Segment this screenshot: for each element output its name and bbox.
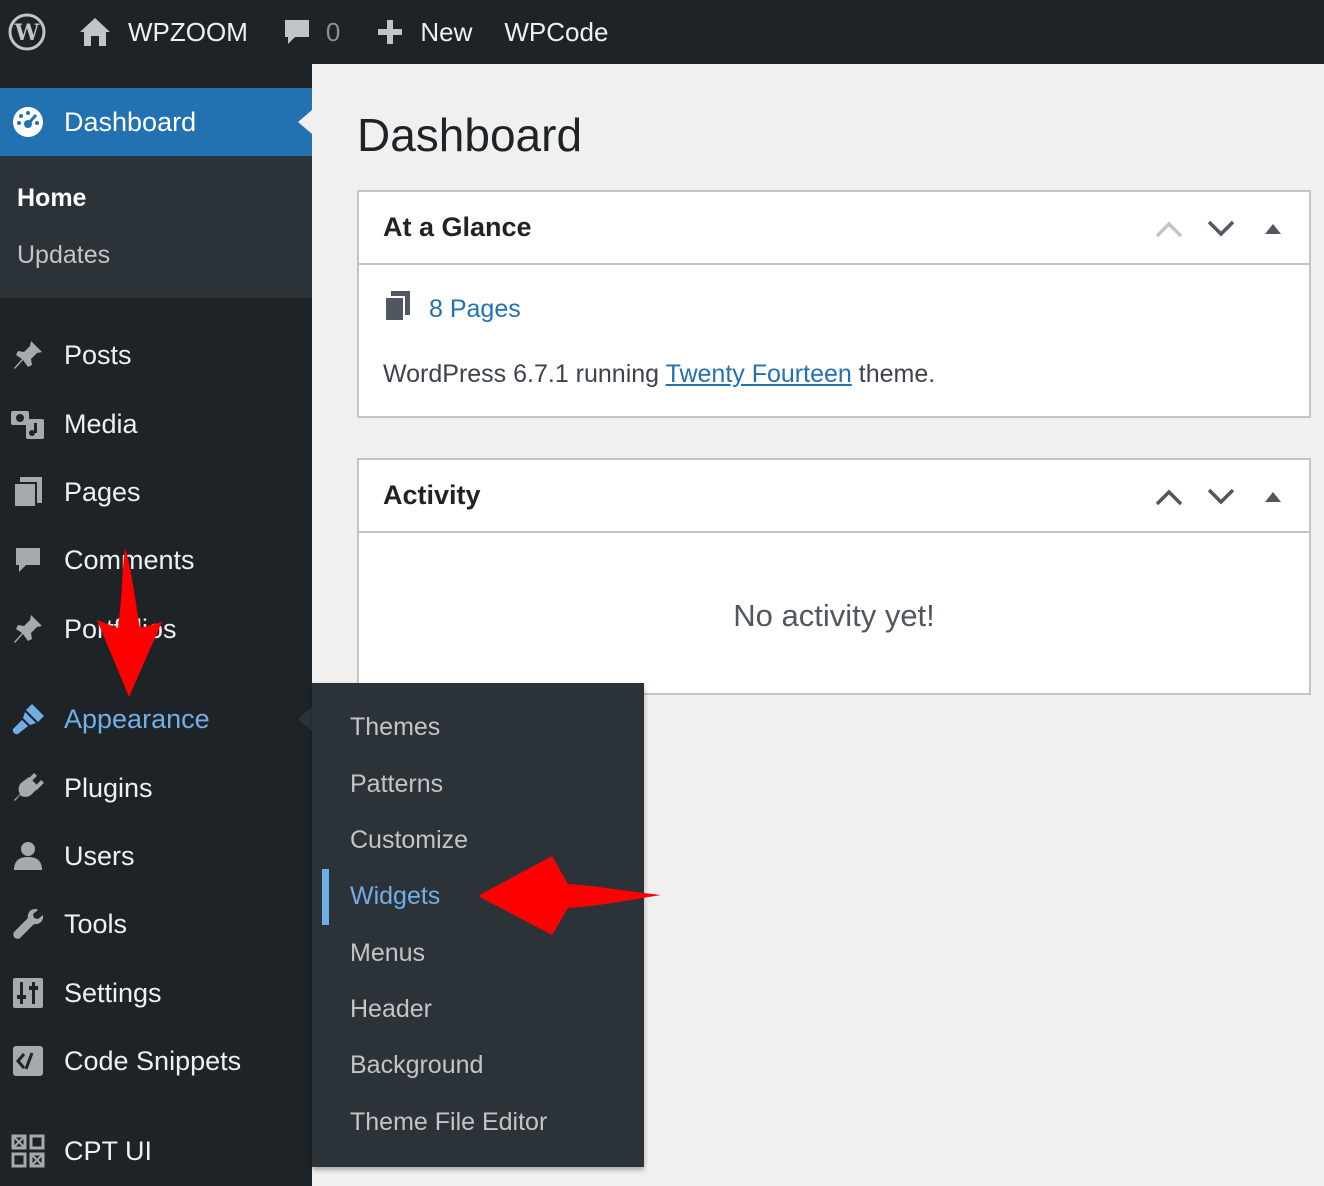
activity-widget: Activity No activity yet! <box>357 458 1311 695</box>
pushpin-icon <box>10 611 46 647</box>
at-a-glance-widget: At a Glance 8 Pages WordPress 6.7.1 runn… <box>357 190 1311 418</box>
submenu-background[interactable]: Background <box>350 1051 483 1080</box>
site-home-link[interactable]: WPZOOM <box>78 0 248 64</box>
menu-dashboard-label: Dashboard <box>64 106 197 137</box>
menu-users[interactable]: Users <box>0 826 312 886</box>
toggle-panel-button[interactable] <box>1247 203 1299 255</box>
widget-header: Activity <box>359 460 1309 533</box>
user-icon <box>10 838 46 874</box>
widget-header: At a Glance <box>359 192 1309 265</box>
menu-dashboard[interactable]: Dashboard <box>0 88 312 156</box>
dashboard-gauge-icon <box>10 104 46 140</box>
pages-count: 8 Pages <box>429 295 521 323</box>
wordpress-logo-icon[interactable]: W <box>0 0 54 64</box>
pages-icon <box>383 290 411 329</box>
pages-icon <box>10 474 46 510</box>
submenu-header[interactable]: Header <box>350 995 432 1024</box>
version-text: WordPress 6.7.1 running <box>383 360 666 388</box>
new-content-link[interactable]: New <box>376 0 472 64</box>
wrench-icon <box>10 906 46 942</box>
move-up-button[interactable] <box>1143 471 1195 523</box>
dashboard-submenu: Home Updates <box>0 156 312 298</box>
current-item-indicator <box>322 869 329 925</box>
pushpin-icon <box>10 337 46 373</box>
submenu-theme-file-editor[interactable]: Theme File Editor <box>350 1108 547 1137</box>
menu-pages-label: Pages <box>64 476 141 507</box>
appearance-flyout-submenu: Themes Patterns Customize Widgets Menus … <box>312 683 644 1167</box>
current-menu-notch <box>298 110 312 134</box>
admin-sidebar: Dashboard Home Updates Posts Media Pages… <box>0 64 312 1186</box>
menu-appearance-label: Appearance <box>64 703 210 734</box>
menu-tools[interactable]: Tools <box>0 894 312 954</box>
menu-users-label: Users <box>64 840 135 871</box>
menu-settings-label: Settings <box>64 977 162 1008</box>
wpcode-label: WPCode <box>504 16 609 47</box>
move-up-button[interactable] <box>1143 203 1195 255</box>
comment-bubble-icon <box>10 542 46 578</box>
menu-comments[interactable]: Comments <box>0 530 312 590</box>
paintbrush-icon <box>10 701 46 737</box>
submenu-customize[interactable]: Customize <box>350 826 468 855</box>
toggle-panel-button[interactable] <box>1247 471 1299 523</box>
menu-code-snippets-label: Code Snippets <box>64 1045 242 1076</box>
submenu-menus[interactable]: Menus <box>350 939 425 968</box>
submenu-home[interactable]: Home <box>17 184 86 213</box>
home-icon <box>78 16 112 48</box>
version-suffix: theme. <box>851 360 936 388</box>
menu-tools-label: Tools <box>64 908 128 939</box>
move-down-button[interactable] <box>1195 203 1247 255</box>
menu-plugins[interactable]: Plugins <box>0 758 312 818</box>
menu-posts[interactable]: Posts <box>0 325 312 385</box>
move-down-button[interactable] <box>1195 471 1247 523</box>
menu-comments-label: Comments <box>64 544 195 575</box>
widget-title: At a Glance <box>383 212 532 242</box>
menu-pages[interactable]: Pages <box>0 462 312 522</box>
grid-icon <box>10 1133 46 1169</box>
comments-link[interactable]: 0 <box>282 0 340 64</box>
menu-posts-label: Posts <box>64 339 132 370</box>
admin-bar: W WPZOOM 0 New WPCode <box>0 0 1324 64</box>
settings-sliders-icon <box>10 975 46 1011</box>
submenu-themes[interactable]: Themes <box>350 713 440 742</box>
new-label: New <box>420 16 473 47</box>
code-icon <box>10 1043 46 1079</box>
menu-portfolios[interactable]: Portfolios <box>0 599 312 659</box>
menu-media[interactable]: Media <box>0 394 312 454</box>
svg-text:W: W <box>14 20 40 46</box>
menu-appearance[interactable]: Appearance <box>0 689 312 749</box>
site-name: WPZOOM <box>128 16 248 47</box>
menu-settings[interactable]: Settings <box>0 963 312 1023</box>
menu-cpt-ui[interactable]: CPT UI <box>0 1121 312 1181</box>
menu-plugins-label: Plugins <box>64 772 153 803</box>
media-icon <box>10 406 46 442</box>
submenu-updates[interactable]: Updates <box>17 241 110 270</box>
menu-portfolios-label: Portfolios <box>64 613 177 644</box>
widget-title: Activity <box>383 480 481 510</box>
plugin-icon <box>10 770 46 806</box>
submenu-widgets[interactable]: Widgets <box>350 882 440 911</box>
theme-link[interactable]: Twenty Fourteen <box>666 360 852 388</box>
submenu-patterns[interactable]: Patterns <box>350 770 443 799</box>
page-title: Dashboard <box>357 109 583 161</box>
pages-count-link[interactable]: 8 Pages <box>383 290 521 329</box>
plus-icon <box>376 18 404 46</box>
comment-bubble-icon <box>282 17 312 47</box>
flyout-notch <box>298 707 312 731</box>
menu-media-label: Media <box>64 408 138 439</box>
menu-code-snippets[interactable]: Code Snippets <box>0 1031 312 1091</box>
no-activity-message: No activity yet! <box>733 598 935 633</box>
wpcode-link[interactable]: WPCode <box>504 0 608 64</box>
menu-cpt-ui-label: CPT UI <box>64 1135 153 1166</box>
comments-count: 0 <box>325 16 341 47</box>
version-info: WordPress 6.7.1 running Twenty Fourteen … <box>383 360 935 389</box>
